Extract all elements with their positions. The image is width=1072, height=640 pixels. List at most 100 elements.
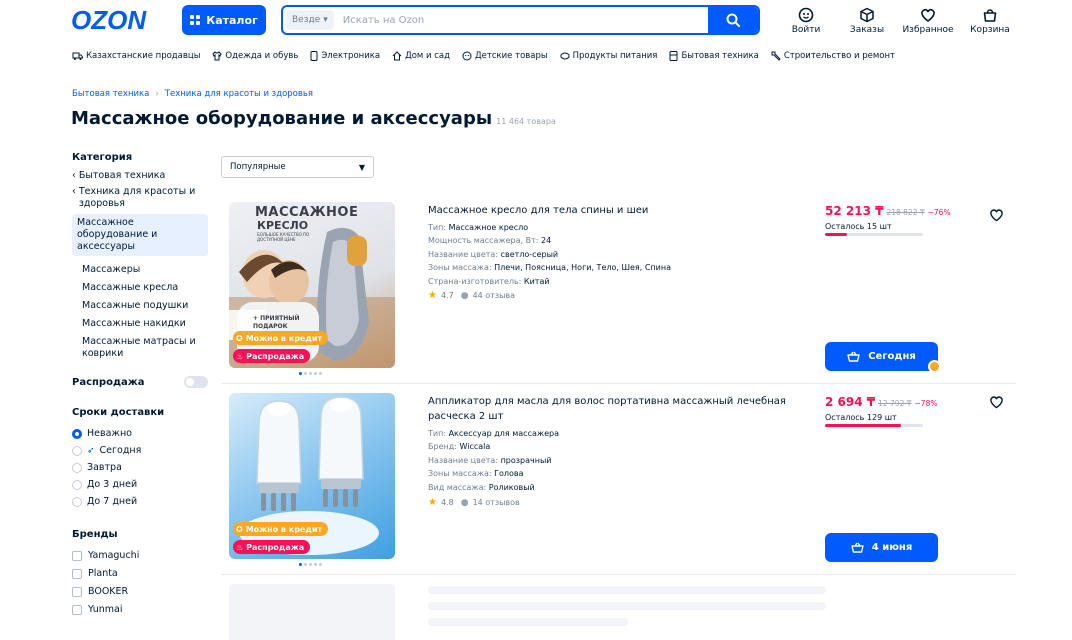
delivery-option[interactable]: До 7 дней (72, 496, 208, 507)
stock-bar (825, 233, 923, 236)
product-count: 11 464 товара (496, 117, 556, 126)
product-rating[interactable]: ★ 4.7 ● 44 отзыва (428, 290, 515, 301)
page-heading: Массажное оборудование и аксессуары 11 4… (71, 108, 556, 129)
breadcrumb: Бытовая техника › Техника для красоты и … (72, 89, 313, 99)
cart-icon (982, 7, 998, 23)
favorite-button[interactable] (989, 208, 1004, 222)
delivery-label: 4 июня (871, 542, 913, 553)
category-link[interactable]: Дом и сад (392, 49, 450, 63)
sort-select[interactable]: Популярные ▼ (221, 156, 374, 178)
reviews-count: 14 отзывов (472, 498, 520, 507)
radio-unselected (72, 462, 82, 473)
orders-link[interactable]: Заказы (843, 7, 891, 35)
image-pager[interactable] (299, 372, 322, 375)
delivery-option[interactable]: Завтра (72, 462, 208, 473)
add-to-cart-button[interactable]: Сегодня (825, 342, 938, 371)
product-card[interactable]: ✪ Можно в кредит ♨ Распродажа Аппликатор д… (221, 385, 1016, 575)
credit-badge-label: Можно в кредит (245, 524, 323, 534)
category-back-link[interactable]: ‹ Бытовая техника (72, 170, 208, 182)
orders-label: Заказы (849, 25, 885, 35)
brand-checkbox[interactable]: Planta (72, 568, 208, 579)
category-link[interactable]: Бытовая техника (669, 49, 759, 63)
brand-checkbox[interactable]: BOOKER (72, 586, 208, 597)
search-input[interactable] (336, 7, 708, 33)
heart-icon (920, 7, 936, 23)
delivery-option[interactable]: ➶ Сегодня (72, 445, 208, 456)
search-scope-select[interactable]: Везде ▾ (286, 10, 334, 30)
category-label: Одежда и обувь (225, 51, 299, 61)
sale-badge-label: Распродажа (246, 351, 305, 361)
prop-row: Бренд: Wiccala (428, 442, 491, 452)
login-link[interactable]: Войти (782, 7, 830, 35)
stock-left: Осталось 129 шт (825, 413, 897, 422)
delivery-option-label: Сегодня (99, 445, 142, 456)
brand-checkbox[interactable]: Yunmai (72, 604, 208, 615)
delivery-option[interactable]: До 3 дней (72, 479, 208, 490)
subcategory-link[interactable]: Массажные матрасы и коврики (72, 336, 208, 360)
category-link[interactable]: Одежда и обувь (212, 49, 298, 63)
food-icon (560, 51, 570, 61)
category-back-link[interactable]: ‹ Техника для красоты и здоровья (72, 186, 208, 210)
breadcrumb-link[interactable]: Техника для красоты и здоровья (165, 89, 313, 99)
category-link[interactable]: Электроника (310, 49, 380, 63)
brand-checkbox[interactable]: Yamaguchi (72, 550, 208, 561)
chevron-right-icon: › (155, 89, 159, 99)
loading-line (428, 602, 826, 610)
add-to-cart-button[interactable]: 4 июня (825, 533, 938, 562)
product-props: Тип: Аксессуар для массажера Бренд: Wicc… (428, 427, 559, 494)
radio-selected (72, 428, 82, 439)
category-link[interactable]: Казахстанские продавцы (72, 49, 200, 63)
subcategory-link[interactable]: Массажеры (72, 264, 208, 276)
subcategory-link[interactable]: Массажные накидки (72, 318, 208, 330)
category-back-label: Бытовая техника (78, 170, 166, 181)
prop-row: Название цвета: светло-серый (428, 249, 559, 259)
brand-label: Planta (88, 568, 118, 579)
catalog-button[interactable]: Каталог (182, 5, 266, 35)
category-link[interactable]: Строительство и ремонт (771, 49, 895, 63)
delivery-filter-title: Сроки доставки (72, 407, 165, 418)
checkbox-box (72, 586, 82, 597)
category-link[interactable]: Детские товары (462, 49, 548, 63)
image-tagline: БОЛЬШОЕ КАЧЕСТВО ПО ДОСТУПНОЙ ЦЕНЕ (257, 232, 310, 242)
product-image[interactable]: ✪ Можно в кредит ♨ Распродажа (229, 393, 395, 559)
caret-down-icon: ▼ (358, 162, 365, 172)
category-label: Детские товары (475, 51, 548, 61)
product-title[interactable]: Аппликатор для масла для волос портативн… (428, 394, 813, 424)
product-rating[interactable]: ★ 4.8 ● 14 отзывов (428, 497, 520, 508)
breadcrumb-link[interactable]: Бытовая техника (72, 89, 149, 99)
loading-line (428, 618, 628, 626)
search-scope-label: Везде (292, 15, 321, 25)
chevron-left-icon: ‹ (72, 186, 76, 197)
cart-link[interactable]: Корзина (966, 7, 1014, 35)
category-link[interactable]: Продукты питания (560, 49, 657, 63)
prop-row: Тип: Аксессуар для массажера (428, 429, 559, 438)
product-title[interactable]: Массажное кресло для тела спины и шеи (428, 203, 813, 218)
check-circle-icon: ✪ (236, 333, 243, 343)
prop-row: Вид массажа: Роликовый (428, 482, 535, 492)
favorites-link[interactable]: Избранное (902, 7, 954, 35)
discount: −76% (927, 208, 951, 217)
brand-label: Yamaguchi (88, 550, 140, 561)
loading-image-placeholder (229, 584, 395, 640)
appliance-icon (669, 51, 678, 61)
crown-badge-icon (928, 360, 941, 373)
reviews-count: 44 отзыва (472, 291, 516, 300)
favorite-button[interactable] (989, 395, 1004, 409)
image-pager[interactable] (299, 563, 322, 566)
product-card[interactable]: МАССАЖНОЕ КРЕСЛО БОЛЬШОЕ КАЧЕСТВО ПО ДОС… (221, 194, 1016, 384)
search-button[interactable] (708, 7, 758, 33)
chat-icon: ● (460, 497, 469, 508)
checkbox-box (72, 550, 82, 561)
sale-toggle[interactable] (184, 376, 208, 388)
delivery-label: Сегодня (868, 351, 916, 362)
subcategory-link[interactable]: Массажные кресла (72, 282, 208, 294)
sale-badge-label: Распродажа (246, 542, 305, 552)
ozon-logo[interactable]: OZON (71, 7, 146, 33)
category-label: Бытовая техника (681, 51, 759, 61)
sort-value: Популярные (230, 162, 286, 172)
product-image[interactable]: МАССАЖНОЕ КРЕСЛО БОЛЬШОЕ КАЧЕСТВО ПО ДОС… (229, 202, 395, 368)
sale-badge: ♨ Распродажа (233, 349, 311, 363)
active-category[interactable]: Массажное оборудование и аксессуары (72, 214, 208, 256)
delivery-option[interactable]: Неважно (72, 428, 208, 439)
subcategory-link[interactable]: Массажные подушки (72, 300, 208, 312)
